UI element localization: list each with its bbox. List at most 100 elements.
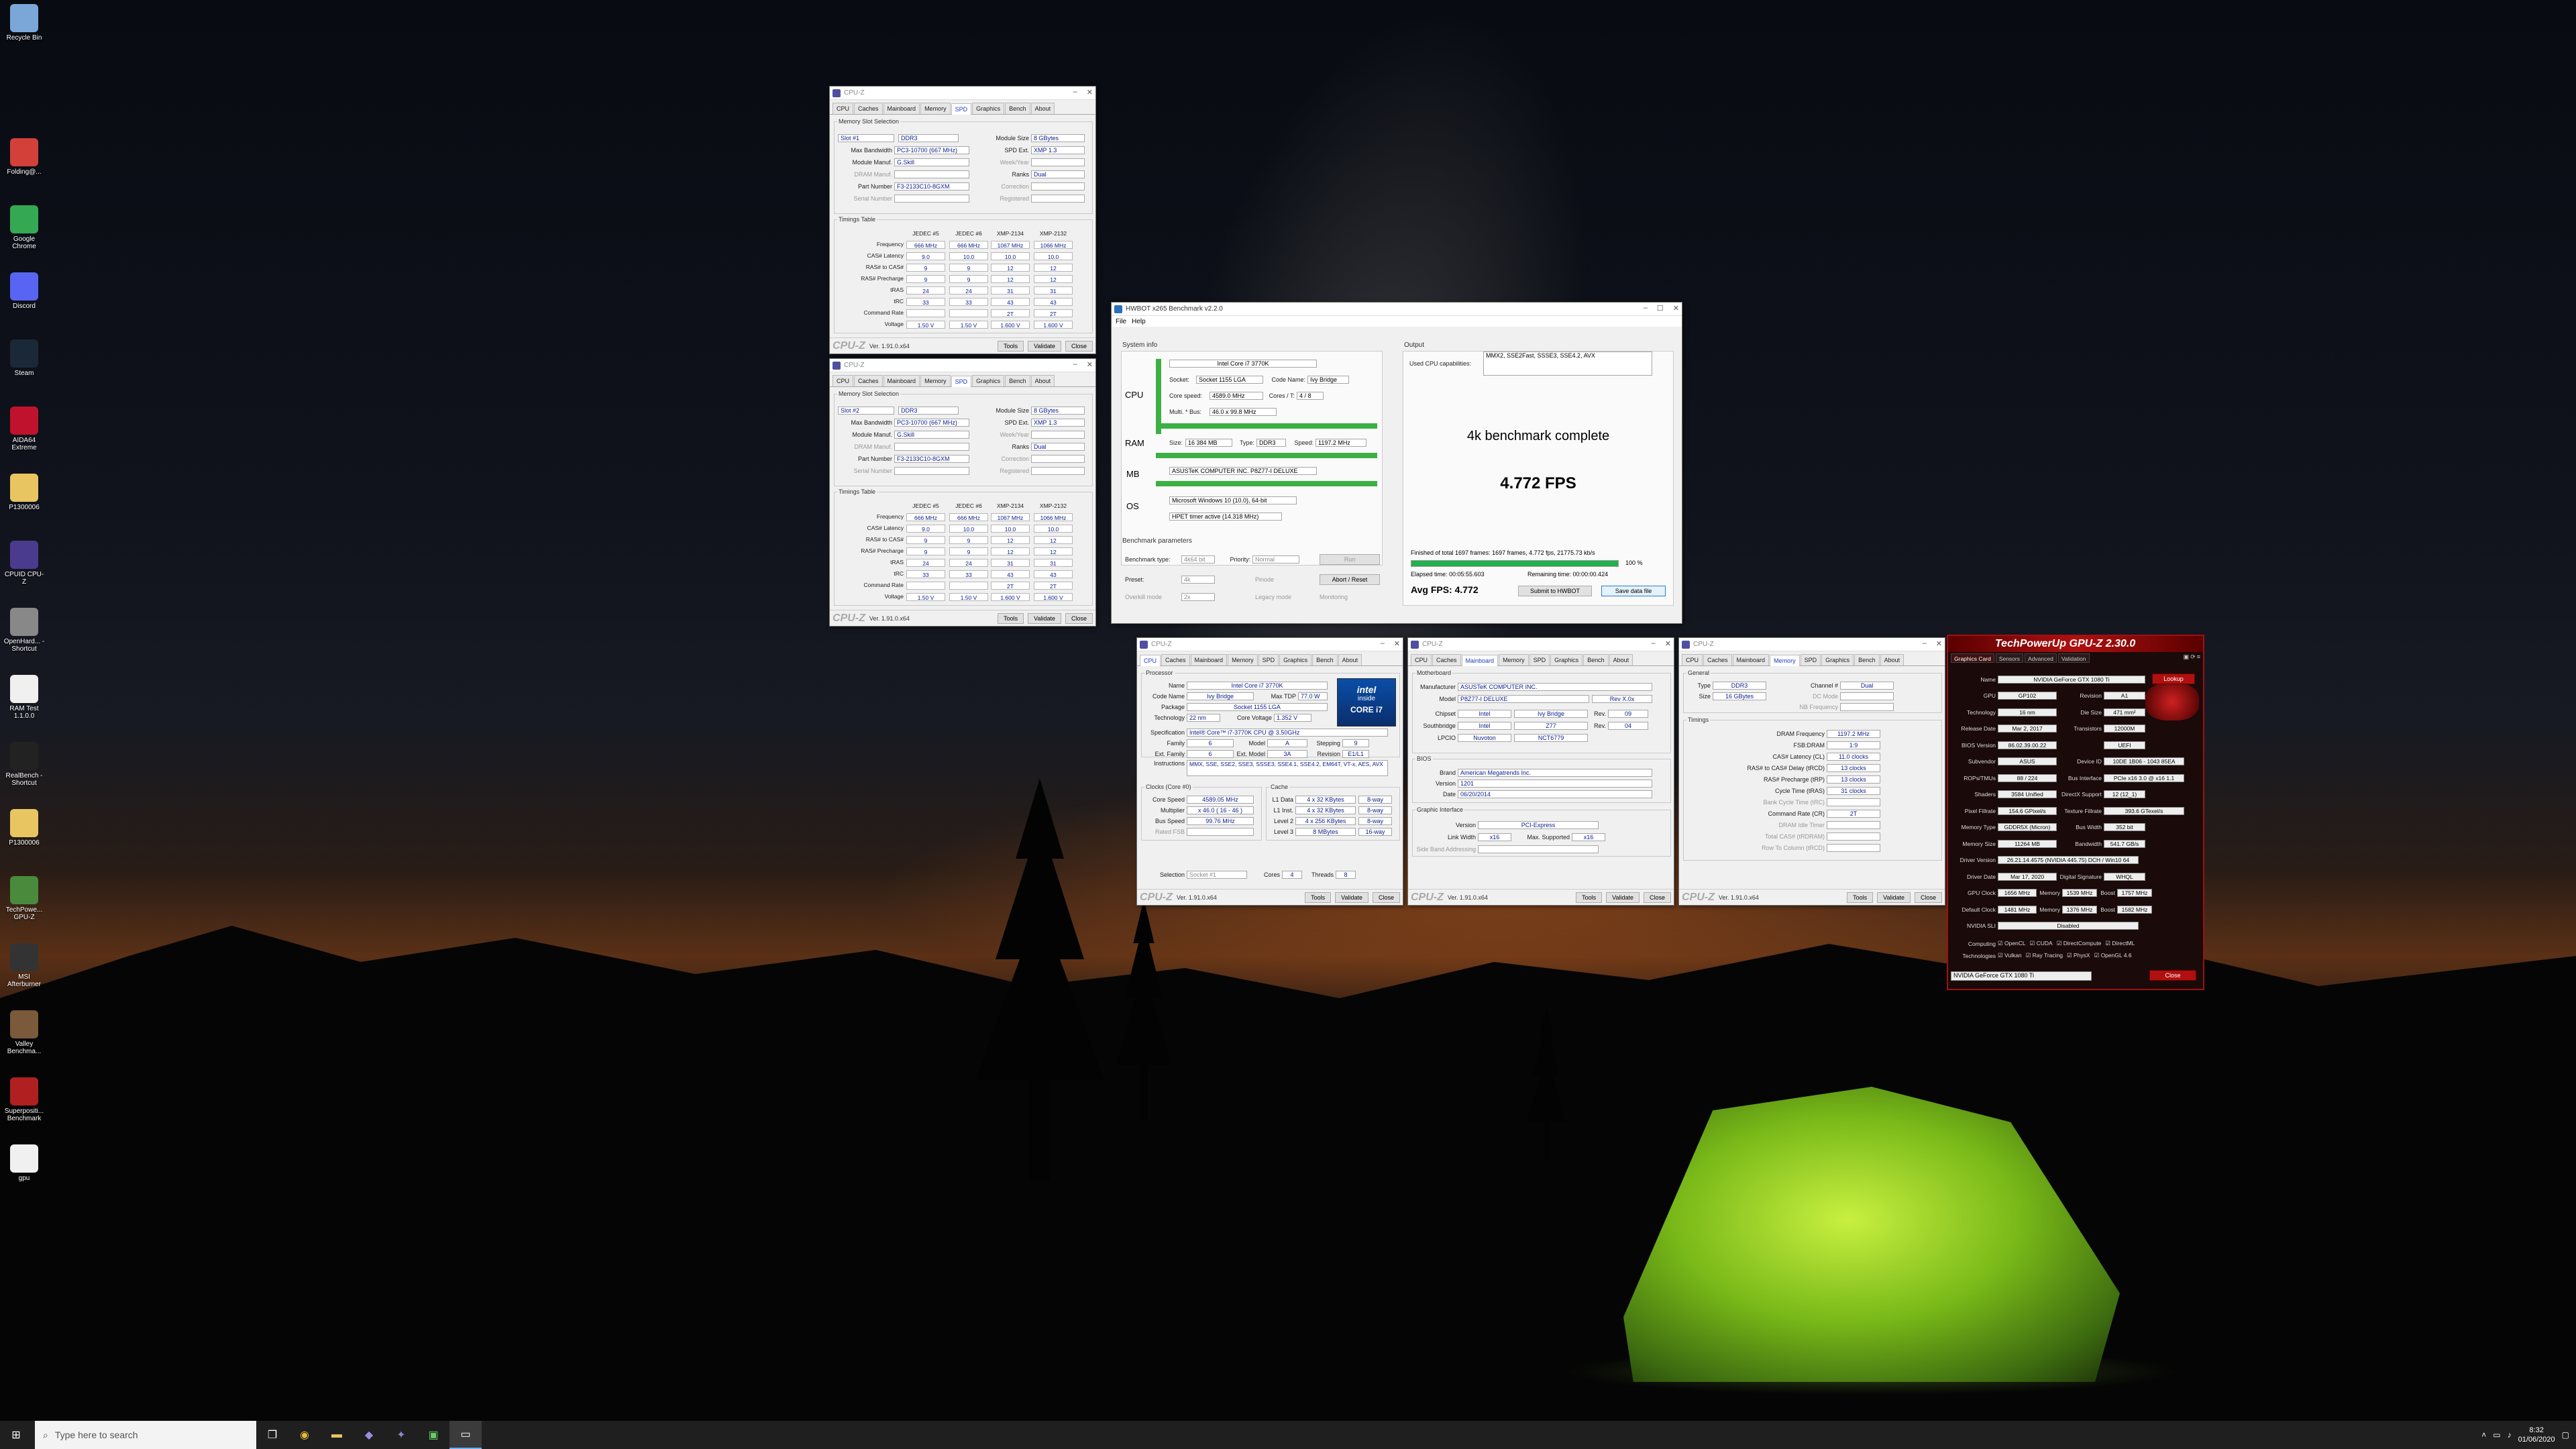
tab-memory[interactable]: Memory bbox=[1499, 654, 1529, 665]
menu-help[interactable]: Help bbox=[1132, 318, 1146, 325]
gpuz-title-bar[interactable]: TechPowerUp GPU-Z 2.30.0 bbox=[1948, 636, 2203, 652]
tab-mainboard[interactable]: Mainboard bbox=[1461, 655, 1499, 666]
tools-button[interactable]: Tools bbox=[998, 340, 1024, 352]
volume-icon[interactable]: ♪ bbox=[2508, 1430, 2512, 1440]
title-bar[interactable]: CPU-Z – ✕ bbox=[1137, 638, 1403, 651]
minimize-button[interactable]: – bbox=[1652, 639, 1656, 648]
minimize-button[interactable]: – bbox=[1381, 639, 1385, 648]
tab-about[interactable]: About bbox=[1030, 375, 1055, 386]
desktop-icon[interactable]: MSI Afterburner bbox=[3, 943, 46, 988]
priority-select[interactable]: Normal bbox=[1252, 555, 1299, 564]
close-icon[interactable]: ✕ bbox=[1665, 639, 1671, 648]
tab-caches[interactable]: Caches bbox=[854, 375, 883, 386]
validate-button[interactable]: Validate bbox=[1606, 892, 1640, 903]
cpuz-mainboard-window[interactable]: CPU-Z – ✕ CPU Caches Mainboard Memory SPD Graph… bbox=[1407, 637, 1674, 906]
cpuz-taskbar-icon[interactable]: ◆ bbox=[353, 1421, 385, 1449]
tab-graphics-card[interactable]: Graphics Card bbox=[1951, 653, 1994, 663]
tab-spd[interactable]: SPD bbox=[1800, 654, 1821, 665]
checkbox-physx[interactable]: ☑ PhysX bbox=[2067, 952, 2090, 959]
minimize-button[interactable]: – bbox=[1644, 304, 1648, 313]
title-bar[interactable]: HWBOT x265 Benchmark v2.2.0 – ☐ ✕ bbox=[1112, 303, 1682, 316]
tools-button[interactable]: Tools bbox=[1305, 892, 1332, 903]
desktop-icon[interactable]: Google Chrome bbox=[3, 205, 46, 250]
close-button[interactable]: Close bbox=[1643, 892, 1671, 903]
tab-spd[interactable]: SPD bbox=[951, 103, 972, 115]
hwbot-taskbar-icon[interactable]: ✦ bbox=[385, 1421, 417, 1449]
tools-button[interactable]: Tools bbox=[1576, 892, 1603, 903]
gpu-select[interactable]: NVIDIA GeForce GTX 1080 Ti bbox=[1951, 971, 2092, 981]
monitoring-checkbox[interactable]: Monitoring bbox=[1320, 594, 1366, 600]
checkbox-directml[interactable]: ☑ DirectML bbox=[2105, 940, 2135, 947]
desktop-icon[interactable]: Folding@... bbox=[3, 138, 46, 176]
clock[interactable]: 8:32 01/06/2020 bbox=[2518, 1426, 2555, 1444]
desktop-icon[interactable]: RAM Test 1.1.0.0 bbox=[3, 675, 46, 720]
tab-bench[interactable]: Bench bbox=[1005, 103, 1030, 114]
tab-graphics[interactable]: Graphics bbox=[972, 375, 1005, 386]
search-box[interactable]: ⌕ Type here to search bbox=[35, 1421, 256, 1449]
tab-about[interactable]: About bbox=[1880, 654, 1904, 665]
minimize-button[interactable]: – bbox=[1923, 639, 1927, 648]
run-button[interactable]: Run bbox=[1320, 553, 1380, 565]
desktop-icon[interactable]: Superpositi... Benchmark bbox=[3, 1077, 46, 1122]
tab-cpu[interactable]: CPU bbox=[833, 375, 854, 386]
cpuz-spd-window-slot1[interactable]: CPU-Z – ✕ CPU Caches Mainboard Memory SPD Graph… bbox=[829, 86, 1096, 354]
desktop-icon[interactable]: Recycle Bin bbox=[3, 4, 46, 42]
title-bar[interactable]: CPU-Z – ✕ bbox=[830, 87, 1095, 100]
tab-cpu[interactable]: CPU bbox=[833, 103, 854, 114]
task-view-icon[interactable]: ❐ bbox=[256, 1421, 288, 1449]
desktop-icon[interactable]: TechPowe... GPU-Z bbox=[3, 876, 46, 921]
desktop-icon[interactable]: Steam bbox=[3, 339, 46, 377]
tab-bench[interactable]: Bench bbox=[1005, 375, 1030, 386]
desktop-icon[interactable]: OpenHard... - Shortcut bbox=[3, 608, 46, 653]
tab-spd[interactable]: SPD bbox=[951, 376, 972, 387]
hwbot-x265-window[interactable]: HWBOT x265 Benchmark v2.2.0– ☐ ✕ File Help … bbox=[1111, 302, 1682, 624]
tab-mainboard[interactable]: Mainboard bbox=[1732, 654, 1770, 665]
tab-caches[interactable]: Caches bbox=[1161, 654, 1190, 665]
tab-mainboard[interactable]: Mainboard bbox=[883, 103, 920, 114]
desktop-icon[interactable]: Discord bbox=[3, 272, 46, 310]
gpuz-taskbar-icon[interactable]: ▣ bbox=[417, 1421, 449, 1449]
tab-caches[interactable]: Caches bbox=[1703, 654, 1732, 665]
tab-memory[interactable]: Memory bbox=[1770, 655, 1800, 666]
tab-memory[interactable]: Memory bbox=[920, 103, 951, 114]
close-button[interactable]: Close bbox=[1065, 612, 1093, 624]
title-bar[interactable]: CPU-Z – ✕ bbox=[830, 359, 1095, 372]
lookup-button[interactable]: Lookup bbox=[2152, 674, 2195, 684]
validate-button[interactable]: Validate bbox=[1335, 892, 1368, 903]
tab-about[interactable]: About bbox=[1609, 654, 1633, 665]
slot-select[interactable]: Slot #1 bbox=[838, 133, 894, 142]
chevron-up-icon[interactable]: ˄ bbox=[2481, 1430, 2486, 1440]
submit-hwbot-button[interactable]: Submit to HWBOT bbox=[1518, 586, 1592, 596]
camera-icon[interactable]: ▣ bbox=[2184, 653, 2190, 663]
validate-button[interactable]: Validate bbox=[1028, 340, 1061, 352]
cpuz-spd-window-slot2[interactable]: CPU-Z – ✕ CPU Caches Mainboard Memory SPD Graph… bbox=[829, 358, 1096, 627]
overkill-mode-checkbox[interactable]: Overkill mode bbox=[1125, 594, 1181, 600]
close-icon[interactable]: ✕ bbox=[1087, 360, 1093, 369]
tab-cpu[interactable]: CPU bbox=[1140, 655, 1161, 666]
close-button[interactable]: Close bbox=[1914, 892, 1942, 903]
checkbox-directcompute[interactable]: ☑ DirectCompute bbox=[2057, 940, 2102, 947]
close-button[interactable]: Close bbox=[1372, 892, 1400, 903]
start-windows-icon[interactable]: ⊞ bbox=[0, 1421, 32, 1449]
tab-bench[interactable]: Bench bbox=[1583, 654, 1609, 665]
legacy-mode-checkbox[interactable]: Legacy mode bbox=[1255, 594, 1309, 600]
network-icon[interactable]: ▭ bbox=[2493, 1430, 2500, 1440]
title-bar[interactable]: CPU-Z – ✕ bbox=[1679, 638, 1945, 651]
tab-mainboard[interactable]: Mainboard bbox=[883, 375, 920, 386]
cpuz-window-taskbar-icon[interactable]: ▭ bbox=[449, 1421, 482, 1449]
tab-caches[interactable]: Caches bbox=[1432, 654, 1461, 665]
tab-bench[interactable]: Bench bbox=[1312, 654, 1338, 665]
desktop-icon[interactable]: gpu bbox=[3, 1144, 46, 1182]
desktop-icon[interactable]: AIDA64 Extreme bbox=[3, 407, 46, 451]
tab-spd[interactable]: SPD bbox=[1258, 654, 1279, 665]
checkbox-opencl[interactable]: ☑ OpenCL bbox=[1998, 940, 2026, 947]
checkbox-vulkan[interactable]: ☑ Vulkan bbox=[1998, 952, 2022, 959]
refresh-icon[interactable]: ⟳ bbox=[2190, 653, 2196, 663]
maximize-button[interactable]: ☐ bbox=[1657, 304, 1664, 313]
tab-memory[interactable]: Memory bbox=[920, 375, 951, 386]
desktop-icon[interactable]: CPUID CPU-Z bbox=[3, 541, 46, 586]
cpuz-cpu-window[interactable]: CPU-Z – ✕ CPU Caches Mainboard Memory SPD Graph… bbox=[1136, 637, 1403, 906]
tab-graphics[interactable]: Graphics bbox=[972, 103, 1005, 114]
abort-reset-button[interactable]: Abort / Reset bbox=[1320, 574, 1380, 585]
tab-cpu[interactable]: CPU bbox=[1682, 654, 1703, 665]
